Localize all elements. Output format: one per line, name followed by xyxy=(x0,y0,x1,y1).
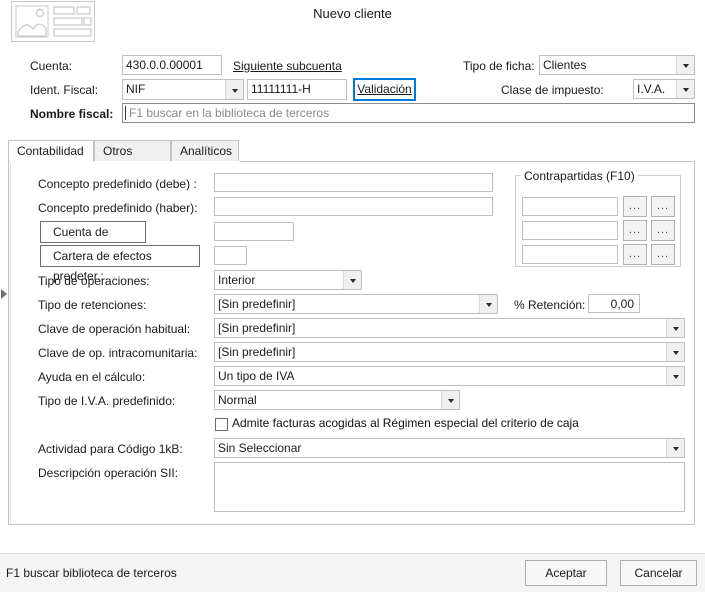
contrapartida-browse-3a[interactable]: ... xyxy=(623,244,647,265)
tab-strip: Contabilidad Otros datos Analíticos xyxy=(8,140,695,179)
chevron-down-icon[interactable] xyxy=(676,56,694,74)
chevron-down-icon[interactable] xyxy=(441,391,459,409)
tipo-operaciones-select[interactable]: Interior xyxy=(214,270,362,290)
clase-impuesto-label: Clase de impuesto: xyxy=(501,83,604,97)
tipo-iva-predefinido-value: Normal xyxy=(218,393,257,407)
cuenta-banco-button[interactable]: Cuenta de banco: xyxy=(40,221,146,259)
status-hint: F1 buscar biblioteca de terceros xyxy=(6,566,177,580)
contrapartida-browse-2b[interactable]: ... xyxy=(651,220,675,241)
ident-fiscal-type-select[interactable]: NIF xyxy=(122,79,244,100)
concepto-haber-input[interactable] xyxy=(214,197,493,216)
siguiente-subcuenta-link[interactable]: Siguiente subcuenta xyxy=(233,59,342,73)
chevron-down-icon[interactable] xyxy=(666,319,684,337)
cuenta-banco-input[interactable] xyxy=(214,222,294,241)
descripcion-sii-textarea[interactable] xyxy=(214,462,685,512)
validacion-button-label: Validación xyxy=(357,82,412,96)
ayuda-calculo-label: Ayuda en el cálculo: xyxy=(38,370,146,384)
tipo-operaciones-value: Interior xyxy=(218,273,256,287)
aceptar-button[interactable]: Aceptar xyxy=(525,560,607,586)
chevron-down-icon[interactable] xyxy=(666,439,684,457)
chevron-down-icon[interactable] xyxy=(676,80,694,98)
tipo-iva-predefinido-select[interactable]: Normal xyxy=(214,390,460,410)
tipo-ficha-label: Tipo de ficha: xyxy=(463,59,535,73)
chevron-down-icon[interactable] xyxy=(666,367,684,385)
nombre-fiscal-placeholder: F1 buscar en la biblioteca de terceros xyxy=(129,106,330,120)
cuenta-input[interactable]: 430.0.0.00001 xyxy=(122,55,222,75)
contrapartida-browse-2a[interactable]: ... xyxy=(623,220,647,241)
panel-inner-divider xyxy=(10,163,11,523)
concepto-debe-label: Concepto predefinido (debe) : xyxy=(38,177,197,191)
new-client-dialog: Nuevo cliente Cuenta: 430.0.0.00001 Sigu… xyxy=(0,0,705,592)
ident-fiscal-number-input[interactable]: 11111111-H xyxy=(247,79,347,100)
concepto-debe-input[interactable] xyxy=(214,173,493,192)
criterio-caja-checkbox[interactable] xyxy=(215,418,228,431)
porc-retencion-input[interactable]: 0,00 xyxy=(588,294,640,313)
ident-fiscal-label: Ident. Fiscal: xyxy=(30,83,99,97)
cancelar-button[interactable]: Cancelar xyxy=(620,560,697,586)
actividad-codigo-select[interactable]: Sin Seleccionar xyxy=(214,438,685,458)
nombre-fiscal-input[interactable]: F1 buscar en la biblioteca de terceros xyxy=(122,103,695,123)
nombre-fiscal-label: Nombre fiscal: xyxy=(30,107,114,121)
clave-operacion-habitual-label: Clave de operación habitual: xyxy=(38,322,191,336)
tipo-retenciones-select[interactable]: [Sin predefinir] xyxy=(214,294,498,314)
chevron-down-icon[interactable] xyxy=(343,271,361,289)
window-title: Nuevo cliente xyxy=(313,6,392,21)
tipo-ficha-value: Clientes xyxy=(543,58,587,72)
criterio-caja-label: Admite facturas acogidas al Régimen espe… xyxy=(232,416,579,430)
contrapartida-input-2[interactable] xyxy=(522,221,618,240)
expand-panel-arrow-icon[interactable] xyxy=(0,288,8,300)
contrapartida-input-1[interactable] xyxy=(522,197,618,216)
ayuda-calculo-value: Un tipo de IVA xyxy=(218,369,295,383)
contrapartida-input-3[interactable] xyxy=(522,245,618,264)
tab-analiticos[interactable]: Analíticos xyxy=(171,140,239,162)
tab-analiticos-label: Analíticos xyxy=(180,144,233,158)
tipo-operaciones-label: Tipo de operaciones: xyxy=(38,274,150,288)
clave-op-intracomunitaria-value: [Sin predefinir] xyxy=(218,345,296,359)
tipo-retenciones-value: [Sin predefinir] xyxy=(218,297,296,311)
contrapartidas-title: Contrapartidas (F10) xyxy=(521,169,638,183)
actividad-codigo-label: Actividad para Código 1kB: xyxy=(38,442,183,456)
status-bar: F1 buscar biblioteca de terceros Aceptar… xyxy=(0,553,705,592)
dialog-header: Nuevo cliente xyxy=(0,0,705,48)
validacion-button[interactable]: Validación xyxy=(353,78,416,101)
tab-otros-datos[interactable]: Otros datos xyxy=(94,140,171,179)
contrapartida-browse-3b[interactable]: ... xyxy=(651,244,675,265)
clave-op-intracomunitaria-label: Clave de op. intracomunitaria: xyxy=(38,346,198,360)
tab-contabilidad[interactable]: Contabilidad xyxy=(8,140,94,162)
cartera-efectos-input[interactable] xyxy=(214,246,247,265)
ident-fiscal-type-value: NIF xyxy=(126,82,146,96)
contrapartida-browse-1b[interactable]: ... xyxy=(651,196,675,217)
clave-op-intracomunitaria-select[interactable]: [Sin predefinir] xyxy=(214,342,685,362)
chevron-down-icon[interactable] xyxy=(479,295,497,313)
clase-impuesto-select[interactable]: I.V.A. xyxy=(633,79,695,99)
chevron-down-icon[interactable] xyxy=(666,343,684,361)
tab-contabilidad-label: Contabilidad xyxy=(17,144,84,158)
tipo-ficha-select[interactable]: Clientes xyxy=(539,55,695,75)
tipo-iva-predefinido-label: Tipo de I.V.A. predefinido: xyxy=(38,394,176,408)
descripcion-sii-label: Descripción operación SII: xyxy=(38,466,179,480)
concepto-haber-label: Concepto predefinido (haber): xyxy=(38,201,198,215)
clave-operacion-habitual-value: [Sin predefinir] xyxy=(218,321,296,335)
contrapartida-browse-1a[interactable]: ... xyxy=(623,196,647,217)
cartera-efectos-button[interactable]: Cartera de efectos predeter.: xyxy=(40,245,200,283)
clave-operacion-habitual-select[interactable]: [Sin predefinir] xyxy=(214,318,685,338)
cuenta-label: Cuenta: xyxy=(30,59,73,73)
actividad-codigo-value: Sin Seleccionar xyxy=(218,441,302,455)
ayuda-calculo-select[interactable]: Un tipo de IVA xyxy=(214,366,685,386)
clase-impuesto-value: I.V.A. xyxy=(637,82,666,96)
tipo-retenciones-label: Tipo de retenciones: xyxy=(38,298,147,312)
chevron-down-icon[interactable] xyxy=(225,80,243,99)
text-caret xyxy=(125,106,126,120)
porc-retencion-label: % Retención: xyxy=(514,298,586,312)
